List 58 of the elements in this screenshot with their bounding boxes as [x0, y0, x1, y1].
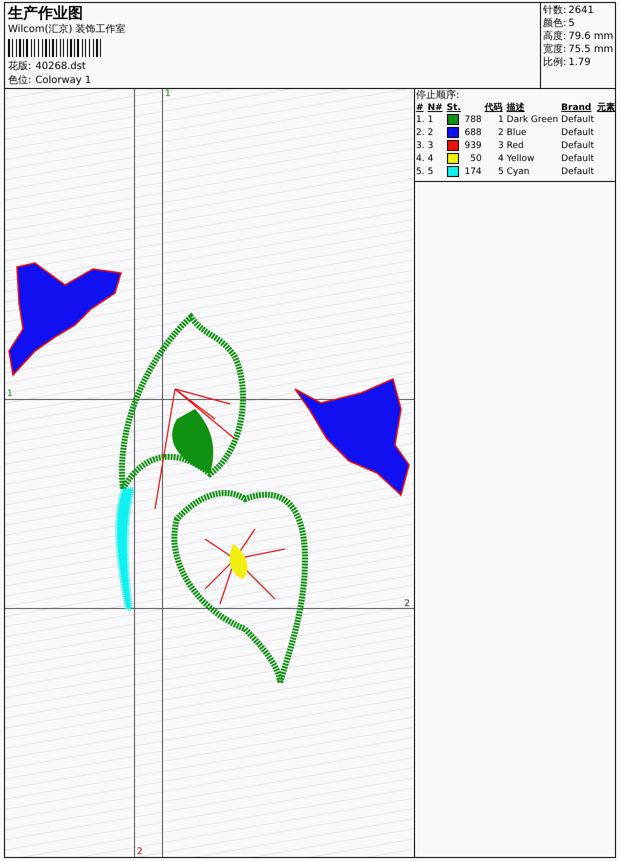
guide-label: 2 [137, 847, 143, 857]
stat-label: 比例: [543, 56, 566, 69]
field-value: Colorway 1 [35, 74, 92, 87]
table-cell-text: Default [561, 127, 596, 140]
stat-label: 高度: [543, 30, 566, 43]
guide-label: 1 [7, 389, 13, 399]
stat-value: 75.5 mm [568, 43, 614, 56]
table-cell-text: Default [561, 153, 596, 166]
company-name: Wilcom(汇京) 装饰工作室 [8, 23, 127, 36]
field-label: 花版: [8, 60, 32, 73]
table-cell-text: Blue [506, 127, 528, 140]
column-header: St. [446, 102, 485, 114]
stat-label: 针数: [543, 4, 566, 17]
column-header: 元素 [597, 102, 616, 114]
table-cell-text: 5. [416, 166, 426, 179]
table-cell-text: 4. [416, 153, 426, 166]
table-title: 停止顺序: [416, 90, 460, 102]
table-cell-text: Default [561, 114, 596, 127]
table-cell-text: 2 [496, 127, 505, 140]
table-cell-text: Yellow [506, 153, 536, 166]
field-value: 40268.dst [35, 60, 86, 73]
stitch-count: 788 [463, 114, 482, 127]
table-cell-text: 1. [416, 114, 426, 127]
table-cell-text: 1 [496, 114, 505, 127]
sheet-title: 生产作业图 [8, 4, 84, 22]
stitch-count: 688 [463, 127, 482, 140]
stitch-count: 50 [469, 153, 482, 166]
stat-value: 5 [568, 17, 575, 30]
column-header: 代码 [484, 102, 507, 114]
stat-value: 1.79 [568, 56, 591, 69]
table-cell-text: 3. [416, 140, 426, 153]
table-cell-text: Dark Green [506, 114, 560, 127]
table-cell-text: 5 [496, 166, 505, 179]
table-cell-text: Default [561, 166, 596, 179]
stat-label: 宽度: [543, 43, 566, 56]
stitch-count: 174 [463, 166, 482, 179]
stat-value: 79.6 mm [568, 30, 614, 43]
table-cell-text: Cyan [506, 166, 531, 179]
stitch-count: 939 [463, 140, 482, 153]
table-cell-text: 4 [428, 153, 434, 166]
column-header: N# [428, 102, 447, 114]
table-cell: 4 [484, 153, 507, 166]
table-cell-text: 3 [496, 140, 505, 153]
column-header: # [416, 102, 428, 114]
table-cell-text: 2 [428, 127, 434, 140]
field-label: 色位: [8, 74, 32, 87]
table-cell-text: 2. [416, 127, 426, 140]
column-header: 描述 [506, 102, 562, 114]
table-cell-text: 3 [428, 140, 434, 153]
table-cell-text: Default [561, 140, 596, 153]
stat-value: 2641 [568, 4, 594, 17]
guide-label: 2 [404, 599, 410, 609]
table-cell-text: 5 [428, 166, 434, 179]
table-cell-text: 1 [428, 114, 434, 127]
table-cell-text: Red [506, 140, 525, 153]
guide-label: 1 [165, 89, 171, 99]
stat-label: 颜色: [543, 17, 566, 30]
column-header: Brand [561, 102, 598, 114]
